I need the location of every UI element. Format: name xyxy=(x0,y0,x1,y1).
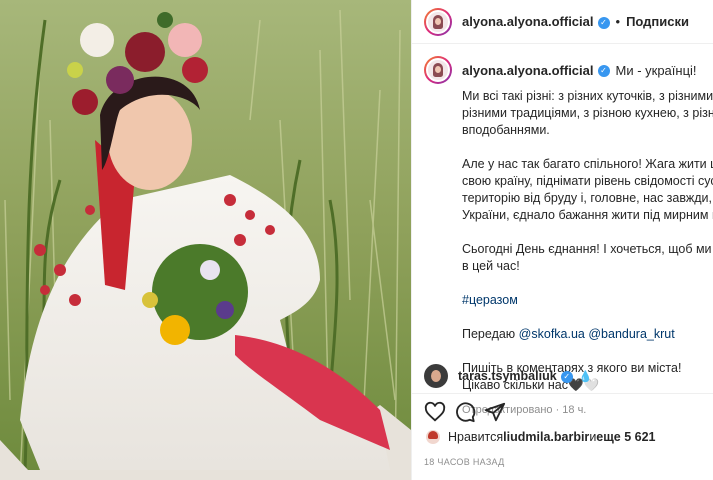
caption-author-avatar[interactable] xyxy=(424,56,452,84)
likes-count[interactable]: еще 5 621 xyxy=(596,430,655,444)
likes-prefix: Нравится xyxy=(448,430,504,444)
caption-line: Але у нас так багато спільного! Жага жит… xyxy=(462,157,713,171)
caption-line: Сьогодні День єднання! І хочеться, щоб м… xyxy=(462,242,713,256)
caption-title: Ми - українці! xyxy=(615,62,697,78)
hashtag-link[interactable]: #церазом xyxy=(462,293,518,307)
share-icon[interactable] xyxy=(484,401,506,423)
mention-link-bandura[interactable]: @bandura_krut xyxy=(588,327,674,341)
caption-line: вподобаннями. xyxy=(462,123,550,137)
heart-icon[interactable] xyxy=(424,401,446,423)
likes-row[interactable]: Нравится liudmila.barbir и еще 5 621 xyxy=(426,430,656,444)
post-photo[interactable] xyxy=(0,0,411,480)
verified-icon: ✓ xyxy=(560,370,573,383)
action-bar xyxy=(424,400,514,424)
caption-line: свою країну, піднімати рівень свідомості… xyxy=(462,174,713,188)
caption-author-username[interactable]: alyona.alyona.official ✓ xyxy=(462,63,610,78)
comment-text: 💧 xyxy=(578,370,593,383)
post-timestamp: 18 ЧАСОВ НАЗАД xyxy=(424,457,505,467)
caption-line: різними традиціями, з різною кухнею, з р… xyxy=(462,106,713,120)
separator-dot: • xyxy=(615,14,621,29)
commenter-avatar[interactable] xyxy=(424,364,448,388)
caption-line: України, єднало бажання жити під мирним … xyxy=(462,208,713,222)
post-header: alyona.alyona.official ✓ • Подписки xyxy=(412,0,713,44)
verified-icon: ✓ xyxy=(597,16,610,29)
divider xyxy=(412,393,713,394)
caption-line: Ми всі такі різні: з різних куточків, з … xyxy=(462,89,713,103)
commenter-username[interactable]: taras.tsymbaliuk ✓ xyxy=(458,369,573,383)
comment-icon[interactable] xyxy=(454,401,476,423)
likes-mid: и xyxy=(589,430,597,444)
caption-line: в цей час! xyxy=(462,259,520,273)
liker-avatar xyxy=(426,430,440,444)
caption-text: Ми всі такі різні: з різних куточків, з … xyxy=(462,88,713,394)
verified-icon: ✓ xyxy=(597,65,610,78)
mention-link-skofka[interactable]: @skofka.ua xyxy=(519,327,585,341)
following-button[interactable]: Подписки xyxy=(626,14,689,29)
author-username[interactable]: alyona.alyona.official ✓ xyxy=(462,14,610,29)
author-avatar[interactable] xyxy=(424,7,452,36)
pass-text: Передаю xyxy=(462,327,519,341)
liker-username[interactable]: liudmila.barbir xyxy=(503,430,589,444)
caption-line: територію від бруду і, головне, нас завж… xyxy=(462,191,713,205)
post-sidebar: alyona.alyona.official ✓ • Подписки alyon… xyxy=(411,0,713,480)
post-image xyxy=(0,0,411,480)
comment-row: taras.tsymbaliuk ✓ 💧 xyxy=(424,362,592,390)
